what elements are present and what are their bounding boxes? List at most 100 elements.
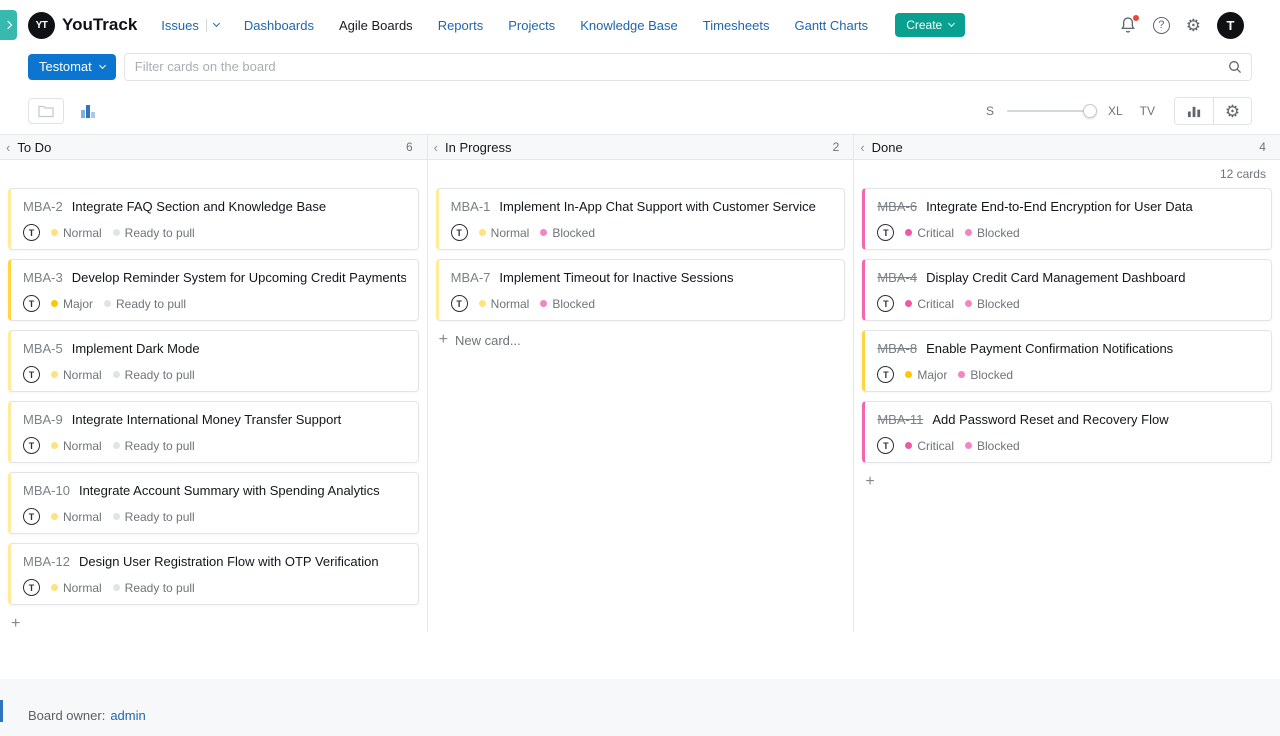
create-button[interactable]: Create [895, 13, 965, 37]
issue-summary[interactable]: Integrate Account Summary with Spending … [79, 483, 380, 498]
stage-field[interactable]: Blocked [540, 297, 595, 311]
issue-id[interactable]: MBA-3 [23, 270, 63, 285]
nav-item-issues[interactable]: Issues [161, 18, 219, 33]
stage-field[interactable]: Ready to pull [113, 439, 195, 453]
card-mba-1[interactable]: MBA-1 Implement In-App Chat Support with … [436, 188, 846, 250]
card-mba-9[interactable]: MBA-9Integrate International Money Trans… [8, 401, 419, 463]
assignee-avatar[interactable]: T [451, 295, 468, 312]
card-mba-10[interactable]: MBA-10 Integrate Account Summary with Spe… [8, 472, 419, 534]
nav-item-gantt-charts[interactable]: Gantt Charts [794, 18, 868, 33]
card-mba-3[interactable]: MBA-3 Develop Reminder System for Upcomin… [8, 259, 419, 321]
settings-button[interactable]: ⚙ [1186, 17, 1201, 34]
assignee-avatar[interactable]: T [877, 437, 894, 454]
add-card-button[interactable]: + [862, 472, 1272, 490]
stage-field[interactable]: Ready to pull [113, 226, 195, 240]
nav-item-dashboards[interactable]: Dashboards [244, 18, 314, 33]
board-settings-button[interactable]: ⚙ [1213, 98, 1251, 124]
assignee-avatar[interactable]: T [23, 508, 40, 525]
assignee-avatar[interactable]: T [877, 366, 894, 383]
issue-summary[interactable]: Integrate FAQ Section and Knowledge Base [72, 199, 326, 214]
priority-field[interactable]: Normal [51, 226, 102, 240]
priority-field[interactable]: Normal [51, 581, 102, 595]
card-mba-4[interactable]: MBA-4 Display Credit Card Management Dash… [862, 259, 1272, 321]
card-mba-6[interactable]: MBA-6 Integrate End-to-End Encryption for… [862, 188, 1272, 250]
issue-summary[interactable]: Integrate End-to-End Encryption for User… [926, 199, 1193, 214]
stage-field[interactable]: Ready to pull [113, 510, 195, 524]
issue-id[interactable]: MBA-6 [877, 199, 917, 214]
priority-field[interactable]: Normal [479, 226, 530, 240]
issue-summary[interactable]: Implement Dark Mode [72, 341, 200, 356]
stage-field[interactable]: Ready to pull [113, 368, 195, 382]
issue-summary[interactable]: Implement Timeout for Inactive Sessions [499, 270, 733, 285]
card-mba-7[interactable]: MBA-7 Implement Timeout for Inactive Sess… [436, 259, 846, 321]
issue-id[interactable]: MBA-2 [23, 199, 63, 214]
issue-id[interactable]: MBA-4 [877, 270, 917, 285]
collapse-column-icon[interactable]: ‹ [434, 140, 438, 155]
issue-summary[interactable]: Add Password Reset and Recovery Flow [932, 412, 1168, 427]
column-header-done[interactable]: ‹Done4 [853, 135, 1280, 159]
assignee-avatar[interactable]: T [23, 437, 40, 454]
add-card-button[interactable]: + [8, 614, 419, 632]
card-mba-11[interactable]: MBA-11 Add Password Reset and Recovery Fl… [862, 401, 1272, 463]
priority-field[interactable]: Major [905, 368, 947, 382]
issue-summary[interactable]: Enable Payment Confirmation Notification… [926, 341, 1173, 356]
board-owner-link[interactable]: admin [110, 708, 145, 723]
priority-field[interactable]: Major [51, 297, 93, 311]
priority-field[interactable]: Normal [51, 439, 102, 453]
issue-id[interactable]: MBA-11 [877, 412, 923, 427]
issue-summary[interactable]: Develop Reminder System for Upcoming Cre… [72, 270, 406, 285]
stage-field[interactable]: Blocked [965, 439, 1020, 453]
issue-summary[interactable]: Display Credit Card Management Dashboard [926, 270, 1185, 285]
stage-field[interactable]: Blocked [965, 297, 1020, 311]
nav-item-timesheets[interactable]: Timesheets [703, 18, 770, 33]
assignee-avatar[interactable]: T [877, 224, 894, 241]
chevron-down-icon[interactable] [213, 20, 220, 27]
priority-field[interactable]: Normal [51, 368, 102, 382]
stage-field[interactable]: Blocked [958, 368, 1013, 382]
stage-field[interactable]: Blocked [965, 226, 1020, 240]
slider-knob[interactable] [1083, 104, 1097, 118]
card-mba-12[interactable]: MBA-12 Design User Registration Flow with… [8, 543, 419, 605]
card-mba-8[interactable]: MBA-8 Enable Payment Confirmation Notific… [862, 330, 1272, 392]
help-button[interactable]: ? [1153, 17, 1170, 34]
user-avatar[interactable]: T [1217, 12, 1244, 39]
stage-field[interactable]: Ready to pull [113, 581, 195, 595]
notifications-button[interactable] [1119, 16, 1137, 34]
board-chart-button[interactable] [1175, 98, 1213, 124]
issue-id[interactable]: MBA-5 [23, 341, 63, 356]
issue-id[interactable]: MBA-10 [23, 483, 70, 498]
assignee-avatar[interactable]: T [23, 366, 40, 383]
nav-item-knowledge-base[interactable]: Knowledge Base [580, 18, 678, 33]
priority-field[interactable]: Normal [479, 297, 530, 311]
card-size-slider[interactable] [1007, 104, 1095, 118]
sidebar-edge-indicator[interactable] [0, 700, 3, 722]
sidebar-toggle-button[interactable] [0, 10, 17, 40]
issue-id[interactable]: MBA-12 [23, 554, 70, 569]
priority-field[interactable]: Critical [905, 297, 954, 311]
youtrack-logo[interactable]: YT YouTrack [28, 12, 137, 39]
assignee-avatar[interactable]: T [23, 579, 40, 596]
card-mba-5[interactable]: MBA-5 Implement Dark Mode T Normal Ready to … [8, 330, 419, 392]
add-card-button[interactable]: +New card... [436, 330, 846, 348]
issue-summary[interactable]: Integrate International Money Transfer S… [72, 412, 342, 427]
nav-item-agile-boards[interactable]: Agile Boards [339, 18, 413, 33]
search-icon[interactable] [1227, 59, 1243, 80]
collapse-column-icon[interactable]: ‹ [860, 140, 864, 155]
issue-summary[interactable]: Implement In-App Chat Support with Custo… [499, 199, 815, 214]
assignee-avatar[interactable]: T [451, 224, 468, 241]
issue-id[interactable]: MBA-7 [451, 270, 491, 285]
issue-id[interactable]: MBA-8 [877, 341, 917, 356]
card-mba-2[interactable]: MBA-2 Integrate FAQ Section and Knowledge… [8, 188, 419, 250]
issue-summary[interactable]: Design User Registration Flow with OTP V… [79, 554, 379, 569]
priority-field[interactable]: Normal [51, 510, 102, 524]
nav-item-reports[interactable]: Reports [438, 18, 484, 33]
assignee-avatar[interactable]: T [877, 295, 894, 312]
issue-id[interactable]: MBA-1 [451, 199, 491, 214]
priority-field[interactable]: Critical [905, 439, 954, 453]
backlog-panel-button[interactable] [28, 98, 64, 124]
stage-field[interactable]: Ready to pull [104, 297, 186, 311]
collapse-column-icon[interactable]: ‹ [6, 140, 10, 155]
column-header-in-progress[interactable]: ‹In Progress2 [427, 135, 854, 159]
board-selector-button[interactable]: Testomat [28, 54, 116, 80]
nav-item-projects[interactable]: Projects [508, 18, 555, 33]
